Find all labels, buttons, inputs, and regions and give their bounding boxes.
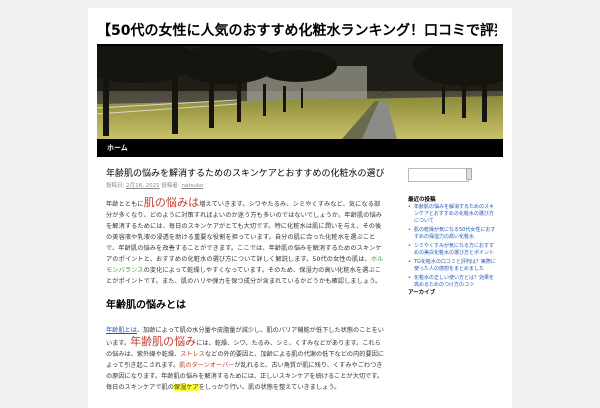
main-content: 年齢肌の悩みを解消するためのスキンケアとおすすめの化粧水の選び方について 投稿日…: [106, 168, 384, 393]
recent-post-item[interactable]: TG化粧水の口コミと評判は？実際に使った人の感想をまとめました: [408, 259, 498, 273]
site-title[interactable]: 【50代の女性に人気のおすすめ化粧水ランキング！口コミで評判の化粧水を紹介】: [97, 22, 497, 40]
post-author-link[interactable]: natsuko: [181, 183, 203, 189]
recent-post-item[interactable]: 化粧水の正しい使い方とは？効果を高めるためのつけ方のコツ: [408, 275, 498, 289]
archive-heading: アーカイブ: [408, 290, 436, 296]
intro-end-text: の変化によって乾燥しやすくなっています。そのため、保湿力の高い化粧水を選ぶことが…: [106, 267, 382, 285]
search-button[interactable]: [466, 168, 472, 180]
recent-posts-list: 年齢肌の悩みを解消するためのスキンケアとおすすめの化粧水の選び方について 肌の乾…: [408, 204, 498, 291]
post-date-prefix: 投稿日:: [106, 183, 127, 189]
section-text-5: をしっかり行い、肌の状態を整えていきましょう。: [198, 384, 341, 391]
main-navigation: ホーム: [97, 139, 503, 157]
section-paragraph: 年齢肌とは、加齢によって肌の水分量や皮脂量が減少し、肌のバリア機能が低下した状態…: [106, 325, 384, 393]
inline-link[interactable]: 年齢肌とは: [106, 327, 137, 334]
intro-emphasis: 肌の悩みは: [143, 196, 200, 209]
post-meta: 投稿日: 2月16, 2021 投稿者: natsuko: [106, 182, 384, 190]
section-highlight-red-2: 肌のターンオーバー: [179, 362, 235, 369]
post-date-link[interactable]: 2月16, 2021: [126, 183, 160, 189]
nav-item-home[interactable]: ホーム: [107, 139, 128, 157]
recent-post-item[interactable]: シミやくすみが気になる方におすすめの美白化粧水の選び方とポイント: [408, 243, 498, 257]
section-emphasis-2: み: [185, 335, 197, 348]
search-input[interactable]: [408, 168, 469, 182]
post-intro-paragraph: 年齢とともに肌の悩みは増えていきます。シワやたるみ、シミやくすみなど、気になる部…: [106, 197, 384, 287]
section-highlight-red-1: ストレス: [180, 351, 205, 358]
section-heading: 年齢肌の悩みとは: [106, 300, 186, 311]
section-emphasis: 年齢肌の悩: [130, 335, 186, 348]
post-author-prefix: 投稿者:: [161, 183, 180, 189]
intro-text: 増えていきます。シワやたるみ、シミやくすみなど、気になる部分が多くなり、どのよう…: [106, 201, 383, 263]
post-title[interactable]: 年齢肌の悩みを解消するためのスキンケアとおすすめの化粧水の選び方について: [106, 168, 384, 180]
intro-lead-text: 年齢とともに: [106, 201, 144, 208]
section-highlight-yellow: 保湿ケア: [173, 384, 199, 391]
header-banner-image: [97, 46, 503, 139]
recent-post-item[interactable]: 年齢肌の悩みを解消するためのスキンケアとおすすめの化粧水の選び方について: [408, 204, 498, 225]
recent-posts-heading: 最近の投稿: [408, 197, 436, 203]
page-wrapper: 【50代の女性に人気のおすすめ化粧水ランキング！口コミで評判の化粧水を紹介】: [88, 8, 512, 408]
recent-post-item[interactable]: 肌の乾燥が気になる50代女性におすすめの保湿力の高い化粧水: [408, 227, 498, 241]
